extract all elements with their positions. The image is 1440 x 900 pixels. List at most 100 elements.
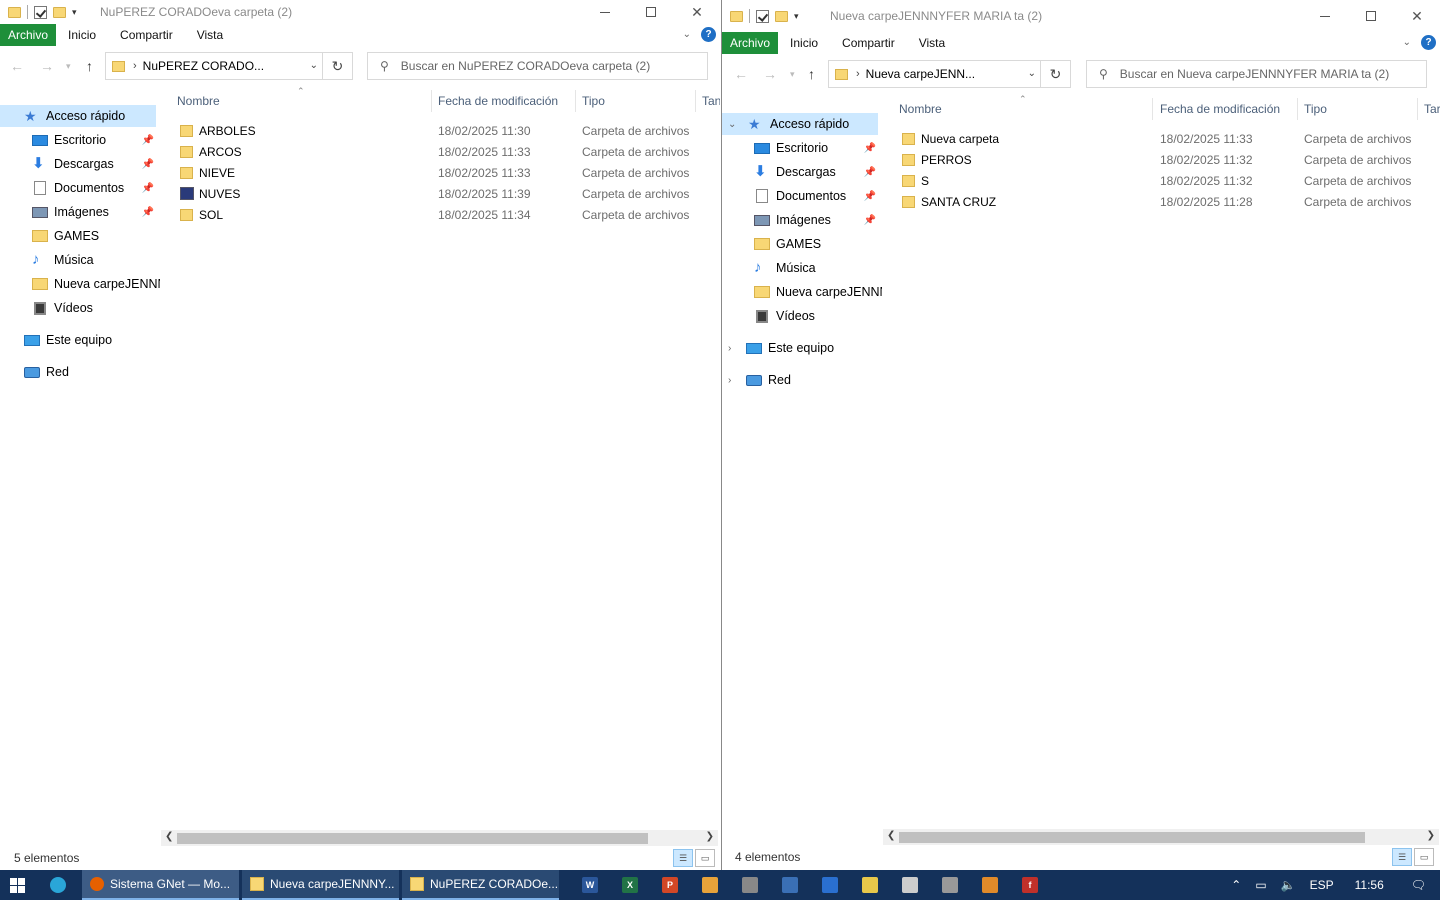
app-icon[interactable] [770,870,810,900]
sidebar-item-games[interactable]: GAMES [0,225,160,247]
stack-icon[interactable] [930,870,970,900]
sidebar-item-escritorio[interactable]: Escritorio 📌 [722,137,882,159]
scroll-right-icon[interactable]: ❯ [706,831,714,842]
up-button[interactable]: ↑ [808,66,815,82]
edge-icon[interactable] [34,870,82,900]
refresh-button[interactable]: ↻ [1040,61,1070,87]
table-row[interactable]: SANTA CRUZ 18/02/2025 11:28 Carpeta de a… [902,191,1422,212]
expand-chevron-icon[interactable]: › [728,343,731,354]
back-button[interactable]: ← [10,58,24,74]
notifications-icon[interactable]: 🗨 [1411,878,1426,892]
close-button[interactable]: ✕ [674,0,720,24]
large-icons-view-icon[interactable]: ▭ [695,849,715,867]
new-folder-icon[interactable] [53,6,66,18]
sidebar-item-imagenes[interactable]: Imágenes 📌 [722,209,882,231]
column-header-tamano[interactable]: Tan [702,90,720,112]
pin-icon[interactable]: 📌 [864,167,876,178]
address-path[interactable]: Nueva carpeJENN... [866,67,975,81]
scrollbar-thumb[interactable] [177,833,648,844]
table-row[interactable]: NIEVE 18/02/2025 11:33 Carpeta de archiv… [180,162,700,183]
sidebar-item-este-equipo[interactable]: Este equipo [0,329,160,351]
sidebar-item-videos[interactable]: Vídeos [0,297,160,319]
customize-toolbar-icon[interactable]: ▾ [794,11,799,22]
search-placeholder[interactable]: Buscar en Nueva carpeJENNNYFER MARIA ta … [1120,67,1389,81]
monitor-icon[interactable] [810,870,850,900]
collapse-chevron-icon[interactable]: ⌄ [728,119,736,130]
table-row[interactable]: ARBOLES 18/02/2025 11:30 Carpeta de arch… [180,120,700,141]
sidebar-item-games[interactable]: GAMES [722,233,882,255]
back-button[interactable]: ← [734,66,748,82]
scroll-left-icon[interactable]: ❮ [165,831,173,842]
pin-icon[interactable]: 📌 [142,207,154,218]
scroll-left-icon[interactable]: ❮ [887,830,895,841]
taskbar-app-explorer-left[interactable]: NuPEREZ CORADOe... [402,870,559,900]
gallery-icon[interactable] [970,870,1010,900]
column-header-fecha[interactable]: Fecha de modificación [438,90,558,112]
sidebar-item-nueva-carpeta[interactable]: Nueva carpeJENNN [0,273,160,295]
column-divider[interactable] [1152,98,1153,120]
pattern-icon[interactable] [890,870,930,900]
sidebar-item-red[interactable]: Red [0,361,160,383]
recent-locations-icon[interactable]: ▾ [790,69,795,80]
help-icon[interactable]: ? [701,27,716,42]
table-row[interactable]: SOL 18/02/2025 11:34 Carpeta de archivos [180,204,700,225]
address-path[interactable]: NuPEREZ CORADO... [143,59,264,73]
scroll-right-icon[interactable]: ❯ [1427,830,1435,841]
volume-muted-icon[interactable]: 🔈 [1281,878,1296,892]
notes-icon[interactable] [850,870,890,900]
column-header-fecha[interactable]: Fecha de modificación [1160,98,1280,120]
tab-inicio[interactable]: Inicio [778,32,830,54]
forward-button[interactable]: → [40,58,54,74]
help-icon[interactable]: ? [1421,35,1436,50]
sidebar-item-acceso-rapido[interactable]: ★ Acceso rápido [0,105,156,127]
search-placeholder[interactable]: Buscar en NuPEREZ CORADOeva carpeta (2) [401,59,650,73]
taskbar-app-explorer-right[interactable]: Nueva carpeJENNNY... [242,870,399,900]
large-icons-view-icon[interactable]: ▭ [1414,848,1434,866]
pin-icon[interactable]: 📌 [142,159,154,170]
pin-icon[interactable]: 📌 [864,143,876,154]
sidebar-item-escritorio[interactable]: Escritorio 📌 [0,129,160,151]
maximize-button[interactable] [628,0,674,24]
tab-archivo[interactable]: Archivo [722,32,779,54]
excel-icon[interactable]: X [610,870,650,900]
recent-locations-icon[interactable]: ▾ [66,61,71,72]
search-box[interactable]: ⚲ Buscar en Nueva carpeJENNNYFER MARIA t… [1086,60,1427,88]
tab-compartir[interactable]: Compartir [108,24,185,46]
search-box[interactable]: ⚲ Buscar en NuPEREZ CORADOeva carpeta (2… [367,52,708,80]
tool-icon[interactable] [730,870,770,900]
word-icon[interactable]: W [570,870,610,900]
tab-archivo[interactable]: Archivo [0,24,57,46]
tab-vista[interactable]: Vista [185,24,235,46]
table-row[interactable]: ARCOS 18/02/2025 11:33 Carpeta de archiv… [180,141,700,162]
pin-icon[interactable]: 📌 [864,191,876,202]
table-row[interactable]: S 18/02/2025 11:32 Carpeta de archivos [902,170,1422,191]
sidebar-item-red[interactable]: › Red [722,369,882,391]
column-header-tamano[interactable]: Tar [1424,98,1440,120]
pin-icon[interactable]: 📌 [864,215,876,226]
up-button[interactable]: ↑ [86,58,93,74]
scrollbar-thumb[interactable] [899,832,1365,843]
column-divider[interactable] [1297,98,1298,120]
horizontal-scrollbar[interactable]: ❮ ❯ [161,830,718,846]
column-header-nombre[interactable]: Nombre [899,98,942,120]
show-hidden-icons-icon[interactable]: ⌃ [1231,878,1241,892]
sidebar-item-imagenes[interactable]: Imágenes 📌 [0,201,160,223]
sidebar-item-acceso-rapido[interactable]: ⌄ ★ Acceso rápido [722,113,878,135]
new-folder-icon[interactable] [775,10,788,22]
table-row[interactable]: PERROS 18/02/2025 11:32 Carpeta de archi… [902,149,1422,170]
minimize-button[interactable] [1302,4,1348,28]
column-divider[interactable] [431,90,432,112]
details-view-icon[interactable]: ☰ [1392,848,1412,866]
paint-icon[interactable] [690,870,730,900]
pin-icon[interactable]: 📌 [142,183,154,194]
details-view-icon[interactable]: ☰ [673,849,693,867]
sidebar-item-este-equipo[interactable]: › Este equipo [722,337,882,359]
minimize-button[interactable] [582,0,628,24]
column-header-tipo[interactable]: Tipo [1304,98,1327,120]
sidebar-item-descargas[interactable]: ⬇ Descargas 📌 [722,161,882,183]
sidebar-item-documentos[interactable]: Documentos 📌 [722,185,882,207]
language-indicator[interactable]: ESP [1310,878,1334,892]
flash-icon[interactable]: f [1010,870,1050,900]
address-bar[interactable]: › NuPEREZ CORADO... ⌄ ↻ [105,52,353,80]
table-row[interactable]: NUVES 18/02/2025 11:39 Carpeta de archiv… [180,183,700,204]
